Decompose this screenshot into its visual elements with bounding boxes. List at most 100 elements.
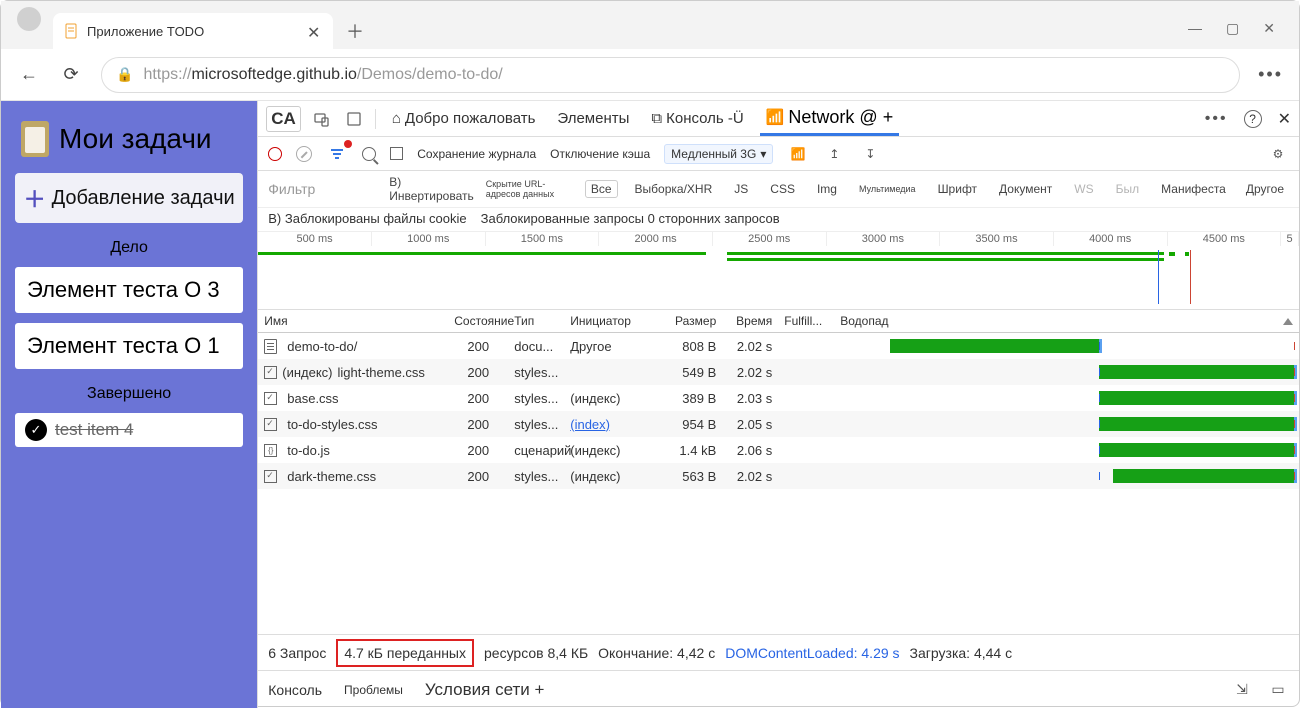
- filter-ws[interactable]: WS: [1069, 181, 1098, 197]
- todo-section-label: Дело: [15, 239, 243, 257]
- devtools-more-icon[interactable]: •••: [1205, 110, 1228, 128]
- browser-tab[interactable]: Приложение TODO ✕: [53, 13, 333, 49]
- filter-all[interactable]: Все: [585, 180, 618, 198]
- back-button[interactable]: ←: [17, 63, 41, 87]
- browser-menu-icon[interactable]: •••: [1258, 64, 1283, 85]
- app-title: Мои задачи: [15, 115, 243, 163]
- table-row[interactable]: (индекс)light-theme.css200styles...549 B…: [258, 359, 1299, 385]
- file-type-icon: [264, 339, 277, 354]
- search-icon[interactable]: [362, 147, 376, 161]
- filter-media[interactable]: Мультимедиа: [854, 183, 921, 195]
- drawer-console[interactable]: Консоль: [268, 682, 322, 698]
- filter-img[interactable]: Img: [812, 181, 842, 197]
- file-type-icon: {}: [264, 444, 277, 457]
- profile-avatar[interactable]: [17, 7, 41, 31]
- tab-console[interactable]: ⧉Консоль -Ü: [645, 101, 749, 136]
- devtools-panel: CA ⌂Добро пожаловать Элементы ⧉Консоль -…: [257, 101, 1299, 708]
- hide-data-urls[interactable]: Скрытие URL-адресов данных: [486, 179, 573, 199]
- preserve-log-checkbox[interactable]: [390, 147, 403, 160]
- disable-cache-label[interactable]: Отключение кэша: [550, 147, 650, 161]
- filter-doc[interactable]: Документ: [994, 181, 1057, 197]
- tab-network[interactable]: 📶Network @ +: [760, 101, 900, 136]
- wifi-icon: 📶: [766, 108, 785, 126]
- chevron-down-icon: ▾: [760, 147, 766, 161]
- close-tab-icon[interactable]: ✕: [307, 23, 323, 39]
- browser-tabstrip: Приложение TODO ✕ ＋ ― ▢ ✕: [1, 1, 1299, 49]
- page-favicon: [63, 23, 79, 39]
- throttling-select[interactable]: Медленный 3G ▾: [664, 144, 773, 164]
- table-header: Имя Состояние Тип Инициатор Размер Время…: [258, 310, 1299, 333]
- download-icon[interactable]: ↧: [859, 143, 881, 165]
- file-type-icon: [264, 392, 277, 405]
- network-settings-icon[interactable]: ⚙: [1267, 143, 1289, 165]
- task-item-done[interactable]: ✓ test item 4: [15, 413, 243, 447]
- devtools-close-icon[interactable]: ✕: [1278, 109, 1291, 129]
- request-table: Имя Состояние Тип Инициатор Размер Время…: [258, 310, 1299, 634]
- drawer-expand-icon[interactable]: ⇲: [1231, 679, 1253, 701]
- lock-icon: 🔒: [116, 66, 133, 83]
- checkmark-icon: ✓: [25, 419, 47, 441]
- filter-fetch[interactable]: Выборка/XHR: [630, 181, 718, 197]
- overview-ticks: 500 ms1000 ms1500 ms2000 ms2500 ms3000 m…: [258, 232, 1299, 246]
- table-row[interactable]: dark-theme.css200styles...(индекс)563 B2…: [258, 463, 1299, 489]
- request-rows: demo-to-do/200docu...Другое808 B2.02 s(и…: [258, 333, 1299, 634]
- blocked-row: В) Заблокированы файлы cookie Заблокиров…: [258, 208, 1299, 232]
- tab-title: Приложение TODO: [87, 24, 299, 39]
- network-summary: 6 Запрос 4.7 кБ переданных ресурсов 8,4 …: [258, 634, 1299, 670]
- record-button[interactable]: [268, 147, 282, 161]
- table-row[interactable]: to-do-styles.css200styles...(index)954 B…: [258, 411, 1299, 437]
- minimize-icon[interactable]: ―: [1188, 20, 1202, 37]
- drawer-network-conditions[interactable]: Условия сети +: [425, 680, 545, 700]
- drawer-dock-icon[interactable]: ▭: [1267, 679, 1289, 701]
- close-window-icon[interactable]: ✕: [1263, 20, 1275, 37]
- sort-indicator-icon: [1283, 318, 1293, 325]
- device-toggle-icon[interactable]: [343, 108, 365, 130]
- inspect-icon[interactable]: [311, 108, 333, 130]
- filter-wasm[interactable]: Был: [1111, 181, 1145, 197]
- add-task-button[interactable]: ＋ Добавление задачи: [15, 173, 243, 223]
- main-area: Мои задачи ＋ Добавление задачи Дело Элем…: [1, 101, 1299, 708]
- table-row[interactable]: {}to-do.js200сценарий(индекс)1.4 kB2.06 …: [258, 437, 1299, 463]
- filter-other[interactable]: Другое: [1241, 181, 1289, 197]
- timeline-overview[interactable]: 500 ms1000 ms1500 ms2000 ms2500 ms3000 m…: [258, 232, 1299, 310]
- table-row[interactable]: base.css200styles...(индекс)389 B2.03 s: [258, 385, 1299, 411]
- locale-badge[interactable]: CA: [266, 106, 301, 132]
- task-item[interactable]: Элемент теста О 1: [15, 323, 243, 369]
- filter-js[interactable]: JS: [729, 181, 753, 197]
- network-toolbar: Сохранение журнала Отключение кэша Медле…: [258, 137, 1299, 171]
- clipboard-icon: [21, 121, 49, 157]
- done-section-label: Завершено: [15, 385, 243, 403]
- window-controls: ― ▢ ✕: [1188, 20, 1291, 49]
- filter-input[interactable]: Фильтр: [268, 181, 377, 197]
- console-icon: ⧉: [651, 110, 662, 127]
- todo-app: Мои задачи ＋ Добавление задачи Дело Элем…: [1, 101, 257, 708]
- file-type-icon: [264, 470, 277, 483]
- drawer-issues[interactable]: Проблемы: [344, 683, 403, 697]
- file-type-icon: [264, 366, 277, 379]
- tab-elements[interactable]: Элементы: [551, 101, 635, 136]
- upload-icon[interactable]: ↥: [823, 143, 845, 165]
- filter-font[interactable]: Шрифт: [933, 181, 982, 197]
- devtools-tabstrip: CA ⌂Добро пожаловать Элементы ⧉Консоль -…: [258, 101, 1299, 137]
- filter-css[interactable]: CSS: [765, 181, 800, 197]
- new-tab-button[interactable]: ＋: [339, 15, 371, 47]
- refresh-button[interactable]: ⟳: [59, 63, 83, 87]
- drawer-tabs: Консоль Проблемы Условия сети + ⇲ ▭: [258, 670, 1299, 708]
- invert-label[interactable]: В) Инвертировать: [389, 175, 474, 203]
- tab-welcome[interactable]: ⌂Добро пожаловать: [386, 101, 542, 136]
- url-field[interactable]: 🔒 https://microsoftedge.github.io/Demos/…: [101, 57, 1240, 93]
- help-icon[interactable]: ?: [1244, 110, 1262, 128]
- table-row[interactable]: demo-to-do/200docu...Другое808 B2.02 s: [258, 333, 1299, 359]
- task-item[interactable]: Элемент теста О 3: [15, 267, 243, 313]
- home-icon: ⌂: [392, 110, 401, 127]
- filter-manifest[interactable]: Манифеста: [1156, 181, 1231, 197]
- network-filter-types: Фильтр В) Инвертировать Скрытие URL-адре…: [258, 171, 1299, 208]
- maximize-icon[interactable]: ▢: [1226, 20, 1239, 37]
- file-type-icon: [264, 418, 277, 431]
- plus-icon: ＋: [24, 182, 46, 214]
- filter-toggle-icon[interactable]: [326, 143, 348, 165]
- clear-button[interactable]: [296, 146, 312, 162]
- transferred-highlight: 4.7 кБ переданных: [336, 639, 474, 667]
- url-text: https://microsoftedge.github.io/Demos/de…: [143, 66, 502, 84]
- offline-wifi-icon[interactable]: 📶: [787, 143, 809, 165]
